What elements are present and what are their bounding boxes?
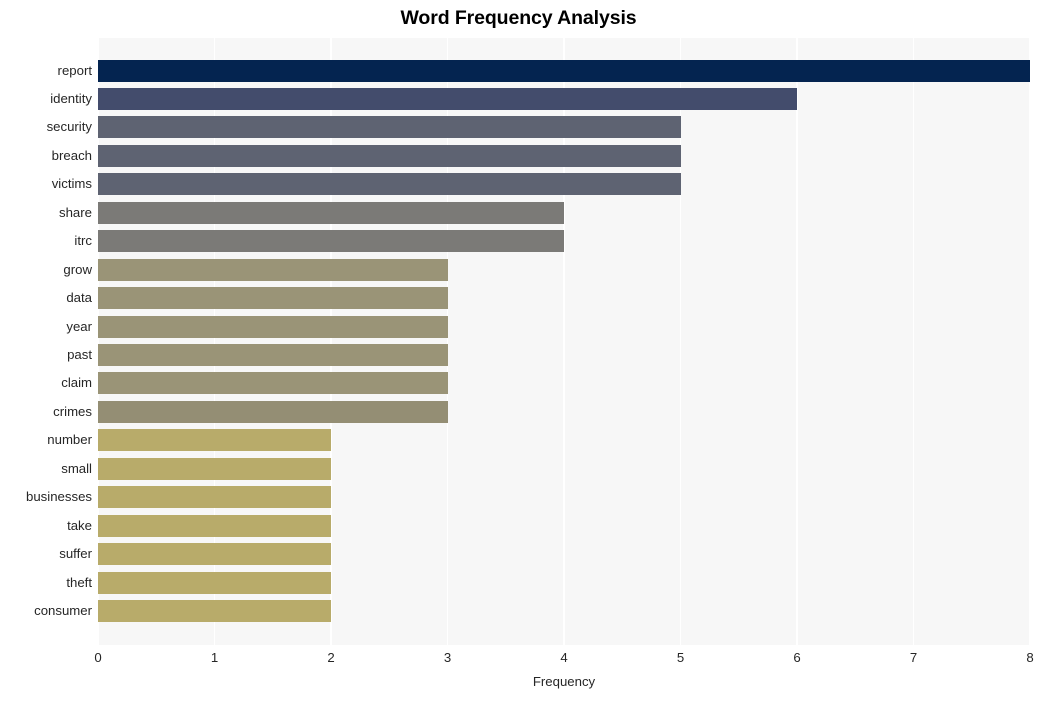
y-axis-tick-label: consumer (34, 603, 92, 619)
y-axis-tick-label: claim (61, 375, 92, 391)
y-axis-tick-label: crimes (53, 403, 92, 419)
bar[interactable] (98, 230, 564, 253)
y-axis-tick-label: share (59, 204, 92, 220)
bar[interactable] (98, 600, 331, 623)
x-axis-tick-label: 3 (443, 650, 452, 665)
y-axis-tick-label: report (57, 62, 92, 78)
bar[interactable] (98, 87, 797, 110)
y-axis-tick-label: suffer (59, 546, 92, 562)
bar[interactable] (98, 344, 448, 366)
bar[interactable] (98, 372, 448, 395)
bar[interactable] (98, 59, 1030, 82)
y-axis-tick-label: breach (51, 147, 92, 163)
y-axis-tick-label: itrc (74, 233, 92, 249)
bar[interactable] (98, 429, 331, 452)
x-axis-tick-label: 4 (560, 650, 568, 665)
bar[interactable] (98, 457, 331, 480)
x-axis-tick-label: 1 (210, 650, 219, 665)
bars-layer (98, 38, 1030, 645)
y-axis-tick-label: data (66, 290, 92, 306)
bar[interactable] (98, 571, 331, 594)
y-axis-tick-label: victims (51, 176, 92, 192)
x-axis-tick-label: 5 (676, 650, 685, 665)
y-axis-tick-label: past (67, 347, 92, 362)
y-axis-tick-label: theft (66, 574, 92, 590)
y-axis-tick-label: year (66, 318, 92, 334)
bar[interactable] (98, 400, 448, 423)
y-axis-tick-label: businesses (26, 489, 92, 505)
y-axis-tick-label: number (47, 432, 92, 448)
y-axis-tick-label: grow (63, 261, 92, 277)
bar[interactable] (98, 201, 564, 224)
y-axis-tick-label: identity (50, 90, 92, 106)
y-axis-tick-label: take (67, 517, 92, 533)
y-axis-tick-label: security (46, 119, 92, 135)
bar[interactable] (98, 173, 681, 196)
bar[interactable] (98, 514, 331, 537)
bar[interactable] (98, 543, 331, 566)
bar[interactable] (98, 287, 448, 310)
x-axis-tick-label: 7 (909, 650, 918, 665)
x-axis-title: Frequency (532, 674, 596, 689)
x-axis-tick-label: 6 (793, 650, 801, 665)
bar[interactable] (98, 486, 331, 509)
bar[interactable] (98, 258, 448, 281)
bar[interactable] (98, 315, 448, 338)
bar[interactable] (98, 144, 681, 167)
bar[interactable] (98, 116, 681, 139)
word-frequency-chart: Word Frequency Analysis report identity se… (0, 0, 1037, 701)
y-axis-tick-labels: report identity security breach victims share… (0, 38, 92, 645)
y-axis-tick-label: small (61, 460, 92, 476)
x-axis-tick-label: 0 (94, 650, 102, 665)
chart-title: Word Frequency Analysis (400, 7, 637, 29)
x-axis-tick-label: 8 (1026, 650, 1034, 665)
x-axis-tick-labels: 0 1 2 3 4 5 6 7 8 (94, 650, 1033, 670)
x-axis-tick-label: 2 (327, 650, 335, 665)
